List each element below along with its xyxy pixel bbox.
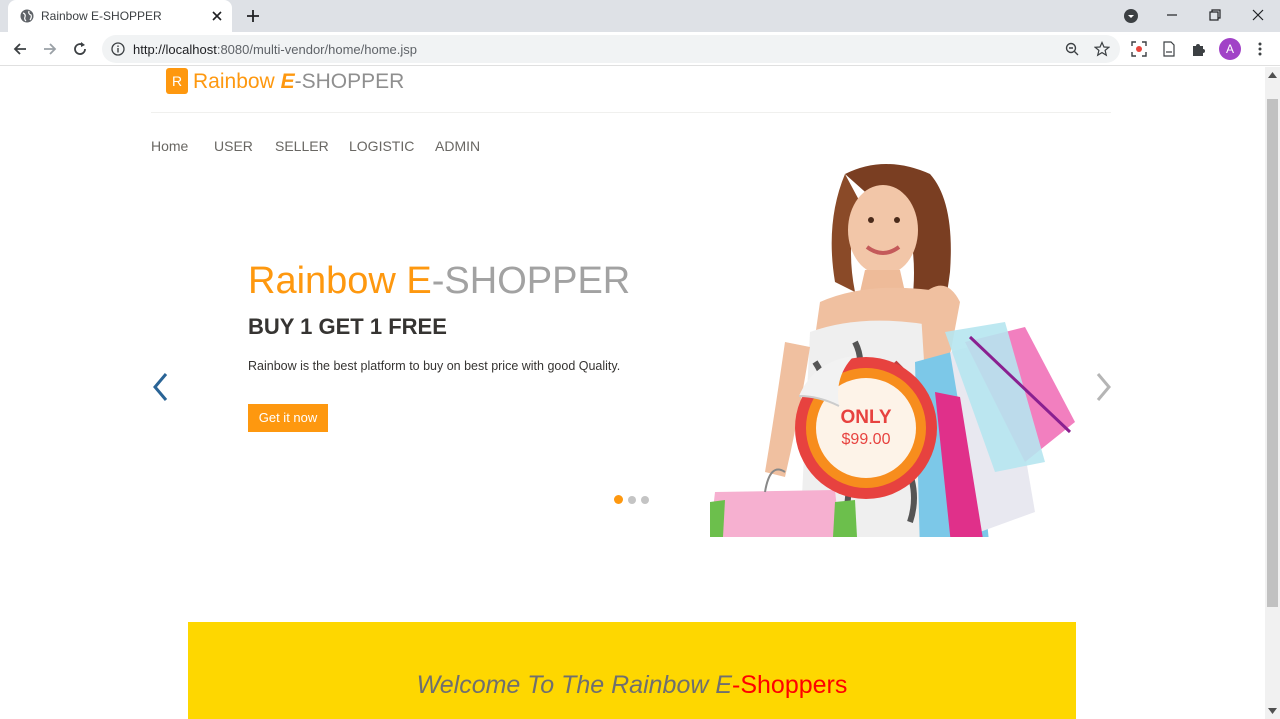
slider-next-arrow-icon[interactable]	[1092, 371, 1114, 403]
kebab-menu-icon[interactable]	[1252, 41, 1268, 57]
slider-dot-1[interactable]	[614, 495, 623, 504]
logo-badge: R	[166, 68, 188, 94]
nav-item-home[interactable]: Home	[151, 138, 188, 154]
url-host: http://localhost	[133, 42, 217, 57]
document-icon[interactable]	[1161, 41, 1177, 57]
slide-title-rest: -SHOPPER	[431, 260, 631, 302]
star-icon[interactable]	[1094, 41, 1110, 57]
scrollbar-thumb[interactable]	[1267, 99, 1278, 607]
slide-subtitle: BUY 1 GET 1 FREE	[248, 314, 447, 339]
logo-rest: -SHOPPER	[294, 70, 405, 93]
back-arrow-icon[interactable]	[11, 40, 29, 58]
logo-e: E	[280, 70, 295, 93]
close-icon[interactable]	[209, 8, 225, 24]
profile-avatar[interactable]: A	[1219, 38, 1241, 60]
scroll-up-arrow-icon[interactable]	[1268, 71, 1277, 79]
new-tab-plus-icon[interactable]	[244, 7, 262, 25]
tab-search-icon[interactable]	[1122, 6, 1140, 24]
nav-item-admin[interactable]: ADMIN	[435, 138, 480, 154]
nav-item-seller[interactable]: SELLER	[275, 138, 329, 154]
slide-title: Rainbow E-SHOPPER	[248, 260, 630, 303]
browser-tabstrip: Rainbow E-SHOPPER	[0, 0, 1280, 32]
extensions-puzzle-icon[interactable]	[1191, 41, 1207, 57]
slide-description: Rainbow is the best platform to buy on b…	[248, 359, 621, 373]
tab-title: Rainbow E-SHOPPER	[41, 9, 162, 23]
page-viewport: R Rainbow E-SHOPPER Home USER SELLER LOG…	[0, 67, 1265, 719]
restore-icon[interactable]	[1206, 6, 1224, 24]
header-divider	[151, 112, 1111, 113]
screen-capture-icon[interactable]	[1131, 41, 1147, 57]
reload-icon[interactable]	[71, 40, 89, 58]
logo-text: Rainbow E-SHOPPER	[193, 70, 404, 94]
get-it-now-button[interactable]: Get it now	[248, 404, 328, 432]
welcome-text-main: Welcome To The Rainbow E	[416, 671, 733, 699]
slider-dot-3[interactable]	[641, 496, 649, 504]
address-bar[interactable]: http://localhost:8080/multi-vendor/home/…	[102, 35, 1120, 63]
browser-tab[interactable]: Rainbow E-SHOPPER	[8, 0, 232, 32]
logo-word: Rainbow	[193, 70, 281, 93]
nav-item-logistic[interactable]: LOGISTIC	[349, 138, 414, 154]
welcome-heading: Welcome To The Rainbow E-Shoppers	[188, 671, 1076, 700]
nav-item-user[interactable]: USER	[214, 138, 253, 154]
welcome-banner: Welcome To The Rainbow E-Shoppers	[188, 622, 1076, 719]
url-path: :8080/multi-vendor/home/home.jsp	[216, 42, 417, 57]
welcome-text-accent: -Shoppers	[732, 671, 848, 699]
slider-prev-arrow-icon[interactable]	[150, 371, 172, 403]
slider-dot-2[interactable]	[628, 496, 636, 504]
minimize-icon[interactable]	[1163, 6, 1181, 24]
forward-arrow-icon[interactable]	[41, 40, 59, 58]
window-close-icon[interactable]	[1249, 6, 1267, 24]
info-icon[interactable]	[111, 42, 125, 56]
page-scrollbar[interactable]	[1265, 67, 1280, 719]
price-badge-label: ONLY	[840, 407, 892, 428]
scroll-down-arrow-icon[interactable]	[1268, 707, 1277, 715]
browser-toolbar: http://localhost:8080/multi-vendor/home/…	[0, 32, 1280, 66]
url-text[interactable]: http://localhost:8080/multi-vendor/home/…	[133, 42, 417, 57]
price-badge-value: $99.00	[841, 431, 891, 448]
zoom-icon[interactable]	[1064, 41, 1080, 57]
globe-icon	[20, 9, 34, 23]
slide-title-brand: Rainbow E	[248, 260, 432, 302]
